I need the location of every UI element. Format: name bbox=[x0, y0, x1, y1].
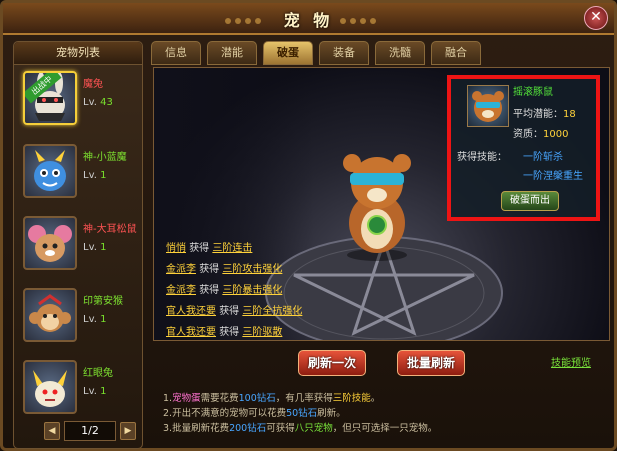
squirrel-icon bbox=[28, 225, 72, 262]
refresh-once-button[interactable]: 刷新一次 bbox=[298, 350, 366, 376]
player-link[interactable]: 官人我还要 bbox=[166, 327, 216, 338]
monkey-icon bbox=[29, 294, 71, 332]
blue-demon-icon bbox=[34, 150, 66, 191]
result-row: 官人我还要 获得 三阶驱散 bbox=[166, 327, 283, 338]
pet-level: Lv. 1 bbox=[83, 170, 107, 181]
pet-avatar: 出战中 bbox=[23, 71, 77, 125]
player-link[interactable]: 金派李 bbox=[166, 285, 196, 296]
pet-avatar bbox=[23, 144, 77, 198]
hatch-out-button[interactable]: 破蛋而出 bbox=[501, 191, 559, 211]
prev-page-button[interactable]: ◀ bbox=[44, 422, 60, 440]
average-potential: 平均潜能：18 bbox=[513, 109, 576, 120]
note-line-3: 3.批量刷新花费200钻石可获得八只宠物，但只可选择一只宠物。 bbox=[163, 423, 438, 434]
title-bar: 宠 物 ✕ bbox=[3, 3, 614, 35]
pet-level: Lv. 1 bbox=[83, 386, 107, 397]
skill-preview-link[interactable]: 技能预览 bbox=[551, 354, 591, 369]
result-row: 金派李 获得 三阶暴击强化 bbox=[166, 285, 283, 296]
note-line-2: 2.开出不满意的宠物可以花费50钻石刷新。 bbox=[163, 408, 346, 419]
skill-value: 一阶斩杀 bbox=[523, 152, 563, 163]
result-row: 金派李 获得 三阶攻击强化 bbox=[166, 264, 283, 275]
pet-level: Lv. 1 bbox=[83, 242, 107, 253]
pet-window: 宠 物 ✕ 宠物列表 出战中 魔兔 Lv. 43 神-小蓝魔 Lv. 1 神-大… bbox=[0, 0, 617, 451]
pet-avatar bbox=[23, 288, 77, 342]
skills-label: 获得技能： bbox=[457, 152, 507, 163]
pet-name: 神-大耳松鼠 bbox=[83, 224, 137, 235]
pet-list-item-indian-monkey[interactable]: 印第安猴 Lv. 1 bbox=[19, 286, 136, 348]
skill-link[interactable]: 三阶暴击强化 bbox=[222, 285, 282, 296]
hatched-pet-avatar bbox=[467, 85, 509, 127]
skill-value: 一阶涅槃重生 bbox=[523, 171, 583, 182]
pet-list-item-demon-rabbit[interactable]: 出战中 魔兔 Lv. 43 bbox=[19, 69, 136, 131]
pet-list-item-big-ear-squirrel[interactable]: 神-大耳松鼠 Lv. 1 bbox=[19, 214, 137, 276]
rock-guinea-pig-model-icon bbox=[343, 154, 411, 261]
skill-link[interactable]: 三阶驱散 bbox=[242, 327, 282, 338]
title-ornament-right bbox=[338, 14, 398, 24]
result-row: 官人我还要 获得 三阶全抗强化 bbox=[166, 306, 303, 317]
pet-list-item-little-blue-demon[interactable]: 神-小蓝魔 Lv. 1 bbox=[19, 142, 136, 204]
red-eye-rabbit-icon bbox=[33, 370, 67, 407]
tab-info[interactable]: 信息 bbox=[151, 41, 201, 65]
page-indicator: 1/2 bbox=[64, 421, 116, 441]
window-title: 宠 物 bbox=[283, 11, 334, 30]
pet-avatar bbox=[23, 360, 77, 414]
player-link[interactable]: 悄悄 bbox=[166, 243, 186, 254]
pet-name: 神-小蓝魔 bbox=[83, 152, 127, 163]
note-line-1: 1.宠物蛋需要花费100钻石，有几率获得三阶技能。 bbox=[163, 393, 381, 404]
next-page-button[interactable]: ▶ bbox=[120, 422, 136, 440]
pet-level: Lv. 43 bbox=[83, 97, 113, 108]
tab-egg-hatch[interactable]: 破蛋 bbox=[263, 41, 313, 65]
close-button[interactable]: ✕ bbox=[584, 6, 608, 30]
tab-fusion[interactable]: 融合 bbox=[431, 41, 481, 65]
tab-refine[interactable]: 洗髓 bbox=[375, 41, 425, 65]
pet-list-title: 宠物列表 bbox=[14, 42, 142, 65]
hatch-results-feed: 悄悄 获得 三阶连击 金派李 获得 三阶攻击强化 金派李 获得 三阶暴击强化 官… bbox=[166, 238, 303, 340]
result-row: 悄悄 获得 三阶连击 bbox=[166, 243, 253, 254]
pet-name: 红眼兔 bbox=[83, 368, 113, 379]
pet-avatar bbox=[23, 216, 77, 270]
skill-link[interactable]: 三阶连击 bbox=[212, 243, 252, 254]
batch-refresh-button[interactable]: 批量刷新 bbox=[397, 350, 465, 376]
pet-list-item-red-eye-rabbit[interactable]: 红眼兔 Lv. 1 bbox=[19, 358, 136, 420]
skill-link[interactable]: 三阶全抗强化 bbox=[242, 306, 302, 317]
skill-link[interactable]: 三阶攻击强化 bbox=[222, 264, 282, 275]
player-link[interactable]: 金派李 bbox=[166, 264, 196, 275]
tab-potential[interactable]: 潜能 bbox=[207, 41, 257, 65]
guinea-pig-icon bbox=[472, 91, 504, 122]
pet-name: 印第安猴 bbox=[83, 296, 123, 307]
aptitude: 资质：1000 bbox=[513, 129, 569, 140]
pet-level: Lv. 1 bbox=[83, 314, 107, 325]
tab-equipment[interactable]: 装备 bbox=[319, 41, 369, 65]
pet-list-panel: 宠物列表 出战中 魔兔 Lv. 43 神-小蓝魔 Lv. 1 神-大耳松鼠 Lv… bbox=[13, 41, 143, 449]
player-link[interactable]: 官人我还要 bbox=[166, 306, 216, 317]
hatched-pet-name: 摇滚豚鼠 bbox=[513, 87, 553, 98]
pet-name: 魔兔 bbox=[83, 79, 103, 90]
hatched-pet-info-panel: 摇滚豚鼠 平均潜能：18 资质：1000 获得技能： 一阶斩杀 一阶涅槃重生 破… bbox=[447, 75, 600, 221]
rules-notes: 1.宠物蛋需要花费100钻石，有几率获得三阶技能。 2.开出不满意的宠物可以花费… bbox=[163, 391, 437, 436]
